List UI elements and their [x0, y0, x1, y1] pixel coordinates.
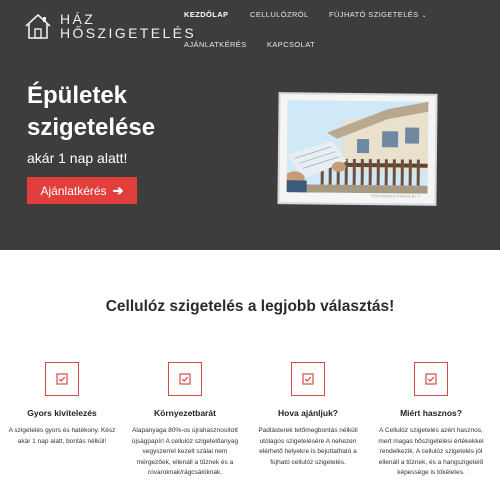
hero-section: HÁZ HŐSZIGETELÉS KEZDŐLAP CELLULÓZRÓL FÚ… — [0, 0, 500, 250]
feature-title: Miért hasznos? — [400, 408, 462, 418]
nav-item-about-cellulose[interactable]: CELLULÓZRÓL — [250, 10, 309, 19]
feature-text: Alapanyaga 80%-os újrahasznosított újság… — [131, 427, 239, 476]
features-row: Gyors kivitelezés A szigetelés gyors és … — [0, 362, 500, 500]
checkbox-icon — [168, 362, 202, 396]
main-nav: KEZDŐLAP CELLULÓZRÓL FÚJHATÓ SZIGETELÉS ⌄… — [184, 8, 500, 64]
hero-photo — [286, 100, 429, 194]
feature-title: Gyors kivitelezés — [27, 408, 97, 418]
checkbox-icon — [291, 362, 325, 396]
feature-card-why-useful: Miért hasznos? A Cellulóz szigetelés azé… — [372, 362, 490, 479]
chevron-down-icon: ⌄ — [421, 13, 428, 19]
hero-title-line2: szigetelése — [27, 114, 156, 141]
quote-request-button[interactable]: Ajánlatkérés ➔ — [27, 177, 137, 204]
quote-request-button-label: Ajánlatkérés — [40, 183, 107, 198]
feature-title: Környezetbarát — [154, 408, 216, 418]
feature-text: A szigetelés gyors és hatékony. Kész aká… — [8, 427, 116, 445]
feature-card-fast-execution: Gyors kivitelezés A szigetelés gyors és … — [3, 362, 121, 447]
brand-name: HÁZ HŐSZIGETELÉS — [60, 12, 196, 40]
arrow-right-icon: ➔ — [112, 182, 124, 198]
feature-title: Hova ajánljuk? — [278, 408, 338, 418]
hero-subtitle: akár 1 nap alatt! — [27, 150, 128, 166]
brand-line2: HŐSZIGETELÉS — [60, 25, 197, 41]
nav-item-home[interactable]: KEZDŐLAP — [184, 10, 228, 19]
hero-photo-frame: POSTERIZED PHOTO BY ? — [279, 94, 436, 204]
feature-card-eco-friendly: Környezetbarát Alapanyaga 80%-os újrahas… — [126, 362, 244, 479]
nav-item-quote[interactable]: AJÁNLATKÉRÉS — [184, 40, 247, 49]
house-icon — [25, 13, 51, 39]
checkbox-icon — [414, 362, 448, 396]
site-logo[interactable]: HÁZ HŐSZIGETELÉS — [24, 12, 196, 40]
feature-text: Padlásterek tetőmegbontás nélküli utólag… — [258, 427, 358, 466]
feature-card-recommended-for: Hova ajánljuk? Padlásterek tetőmegbontás… — [249, 362, 367, 468]
nav-item-blown-insulation[interactable]: FÚJHATÓ SZIGETELÉS ⌄ — [329, 10, 427, 19]
hero-title-line1: Épületek — [27, 82, 128, 109]
feature-text: A Cellulóz szigetelés azért hasznos, mer… — [378, 427, 484, 476]
checkbox-icon — [45, 362, 79, 396]
nav-item-contact[interactable]: KAPCSOLAT — [267, 40, 315, 49]
brand-line1: HÁZ — [60, 11, 96, 27]
photo-caption: POSTERIZED PHOTO BY ? — [371, 194, 420, 199]
nav-item-blown-insulation-label: FÚJHATÓ SZIGETELÉS — [329, 10, 419, 19]
section-title: Cellulóz szigetelés a legjobb választás! — [105, 298, 395, 315]
hero-title: Épületek szigetelése — [27, 80, 155, 144]
